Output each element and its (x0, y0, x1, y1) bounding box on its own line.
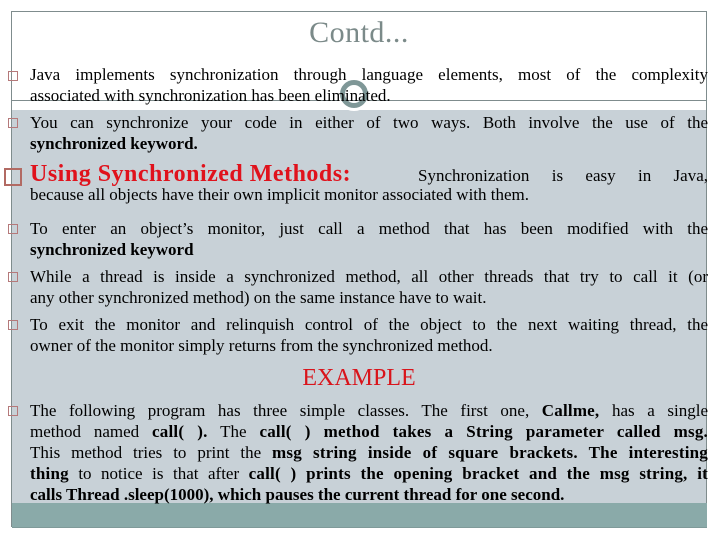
bullet-square-large-icon (4, 168, 22, 186)
heading-rest: Synchronization is easy in Java, (418, 166, 708, 185)
bullet-item-6: To exit the monitor and relinquish contr… (30, 314, 708, 356)
slide-title: Contd... (309, 16, 409, 49)
bold-run: call( ) prints the opening bracket and t… (248, 464, 709, 483)
class-name-callme: Callme, (541, 401, 600, 420)
bullet-square-icon (8, 272, 18, 282)
bullet-2-line-1: You can synchronize your code in either … (30, 113, 708, 132)
example-line-3: This method tries to print the msg strin… (30, 442, 708, 463)
example-line-1: The following program has three simple c… (30, 400, 708, 421)
bold-run: msg string inside of square brackets. Th… (272, 443, 708, 462)
bullet-item-1: Java implements synchronization through … (30, 64, 708, 106)
bullet-4-line-1: To enter an object’s monitor, just call … (30, 219, 708, 238)
bullet-item-4: To enter an object’s monitor, just call … (30, 218, 708, 260)
example-heading: EXAMPLE (302, 365, 416, 391)
section-heading: Using Synchronized Methods: (30, 161, 352, 187)
bullet-square-icon (8, 224, 18, 234)
bullet-3-line-2: because all objects have their own impli… (30, 185, 530, 204)
text-run: method named (30, 422, 153, 441)
example-line-5: calls Thread .sleep(1000), which pauses … (30, 485, 565, 504)
example-line-2: method named call( ). The call( ) method… (30, 421, 708, 442)
text-run: to notice is that after (68, 464, 249, 483)
bullet-item-5: While a thread is inside a synchronized … (30, 266, 708, 308)
bullet-square-icon (8, 71, 18, 81)
bullet-item-3: Using Synchronized Methods: Synchronizat… (30, 161, 708, 205)
bullet-5-line-1: While a thread is inside a synchronized … (30, 267, 708, 286)
example-line-4: thing to notice is that after call( ) pr… (30, 463, 708, 484)
example-paragraph: The following program has three simple c… (30, 400, 708, 505)
bullet-2-line-2: synchronized keyword. (30, 134, 198, 153)
bullet-square-icon (8, 406, 18, 416)
bullet-1-line-2: associated with synchronization has been… (30, 86, 391, 105)
bullet-3-line-1: Using Synchronized Methods: Synchronizat… (30, 161, 708, 187)
bullet-6-line-2: owner of the monitor simply returns from… (30, 336, 493, 355)
text-run: The following program has three simple c… (30, 401, 542, 420)
bold-run: thing (30, 464, 69, 483)
text-run: This method tries to print the (30, 443, 273, 462)
bullet-square-icon (8, 320, 18, 330)
bullet-4-line-2: synchronized keyword (30, 240, 194, 259)
bullet-square-icon (8, 118, 18, 128)
bullet-5-line-2: any other synchronized method) on the sa… (30, 288, 487, 307)
text-run: The (207, 422, 260, 441)
method-name-call: call( ). (152, 422, 208, 441)
text-run: has a single (599, 401, 708, 420)
bold-run: call( ) method takes a String parameter … (259, 422, 709, 441)
bullet-6-line-1: To exit the monitor and relinquish contr… (30, 315, 708, 334)
footer-band (12, 503, 707, 528)
bullet-item-2: You can synchronize your code in either … (30, 112, 708, 154)
heading-rest-text: Synchronization is easy in Java, (418, 165, 708, 186)
bullet-1-line-1: Java implements synchronization through … (30, 65, 708, 84)
